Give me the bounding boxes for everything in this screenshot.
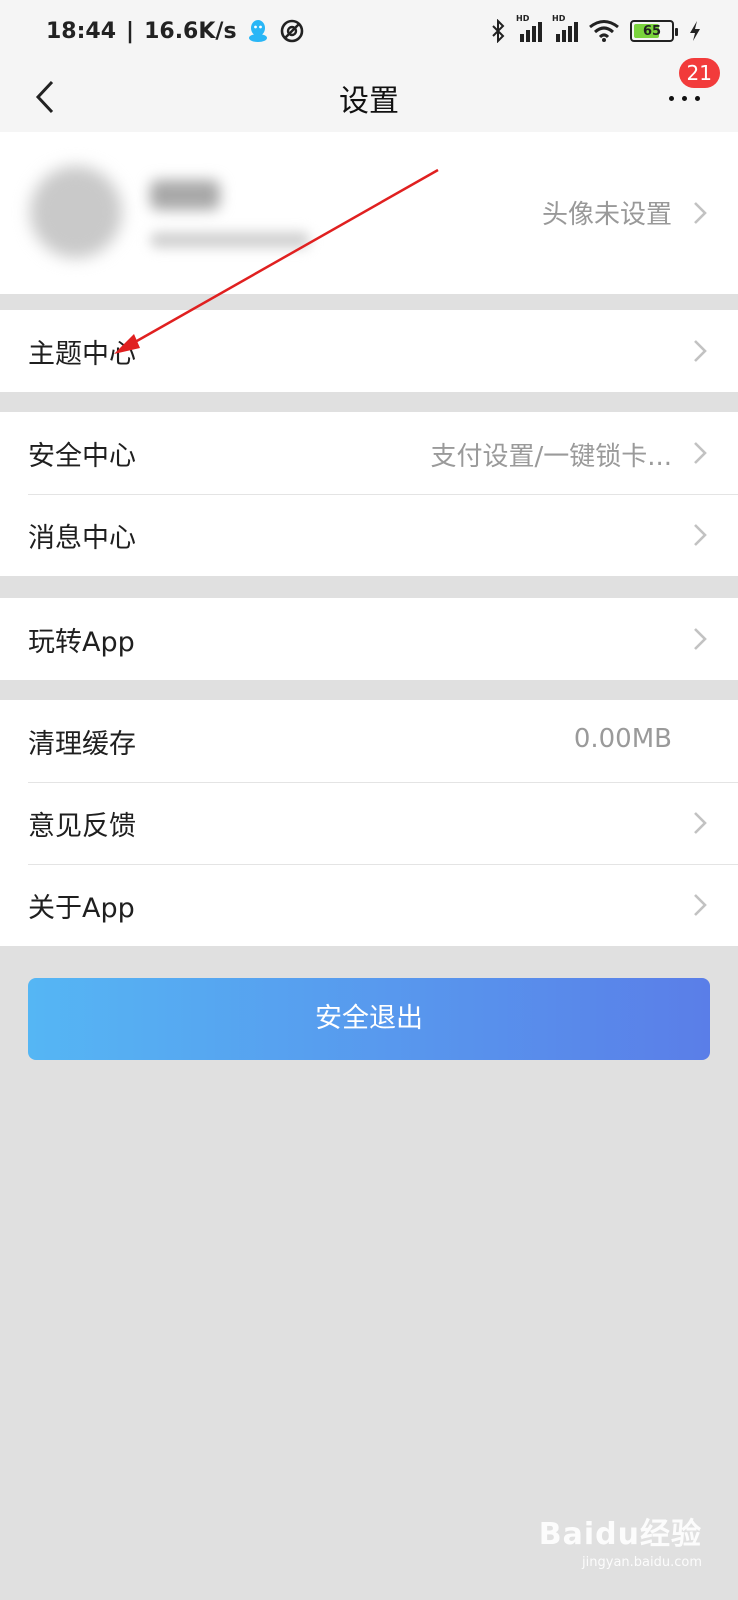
username-blurred [150,180,220,210]
cell-signal-icon-2: HD [552,14,578,42]
nav-bar: 设置 [0,62,738,132]
chevron-right-icon [694,202,707,224]
watermark-logo: Baidu经验 [538,1517,702,1552]
chevron-right-icon [694,812,707,834]
account-info-blurred [150,232,310,248]
sync-icon [280,19,303,43]
status-left: 18:44 | 16.6K/s [46,18,305,44]
status-time: 18:44 [46,18,117,44]
row-label: 安全中心 [28,441,136,472]
theme-center-row[interactable]: 主题中心 [0,310,738,392]
settings-group-misc: 清理缓存 0.00MB 意见反馈 关于App [0,700,738,946]
chevron-right-icon [694,340,707,362]
logout-button[interactable]: 安全退出 [28,978,710,1060]
security-center-row[interactable]: 安全中心 支付设置/一键锁卡... [0,412,738,494]
bluetooth-icon [492,19,505,43]
battery-icon: 65 [630,20,678,42]
cell-signal-icon-1: HD [516,14,542,42]
about-app-row[interactable]: 关于App [0,864,738,946]
feedback-row[interactable]: 意见反馈 [0,782,738,864]
avatar [30,166,122,258]
baidu-watermark: Baidu经验 jingyan.baidu.com [539,1509,702,1570]
network-speed: 16.6K/s [144,18,237,44]
app-guide-row[interactable]: 玩转App [0,598,738,680]
clear-cache-row[interactable]: 清理缓存 0.00MB [0,700,738,782]
cache-size-value: 0.00MB [573,724,672,754]
avatar-status-text: 头像未设置 [541,200,672,230]
notification-badge: 21 [678,58,720,88]
charging-icon [690,21,700,41]
wifi-icon [589,20,619,42]
row-label: 清理缓存 [28,729,136,760]
chevron-right-icon [694,442,707,464]
hd-label: HD [552,14,566,23]
status-bar: 18:44 | 16.6K/s HD HD 65 [0,0,738,62]
row-label: 消息中心 [28,523,136,554]
message-center-row[interactable]: 消息中心 [0,494,738,576]
hd-label: HD [516,14,530,23]
row-label: 意见反馈 [28,811,136,842]
status-separator: | [126,18,135,44]
page-title: 设置 [339,84,399,119]
row-label: 关于App [28,893,135,924]
settings-group-security: 安全中心 支付设置/一键锁卡... 消息中心 [0,412,738,576]
qq-icon [248,20,267,42]
settings-group-theme: 主题中心 [0,310,738,392]
profile-card[interactable]: 头像未设置 [0,132,738,294]
row-label: 主题中心 [28,339,136,370]
row-label: 玩转App [28,627,135,658]
more-icon [669,96,700,101]
battery-level: 65 [642,23,662,39]
chevron-right-icon [694,524,707,546]
settings-group-app-guide: 玩转App [0,598,738,680]
watermark-url: jingyan.baidu.com [582,1555,702,1570]
chevron-right-icon [694,628,707,650]
security-center-value: 支付设置/一键锁卡... [430,442,672,472]
status-right: HD HD 65 [490,14,702,43]
chevron-right-icon [694,894,707,916]
